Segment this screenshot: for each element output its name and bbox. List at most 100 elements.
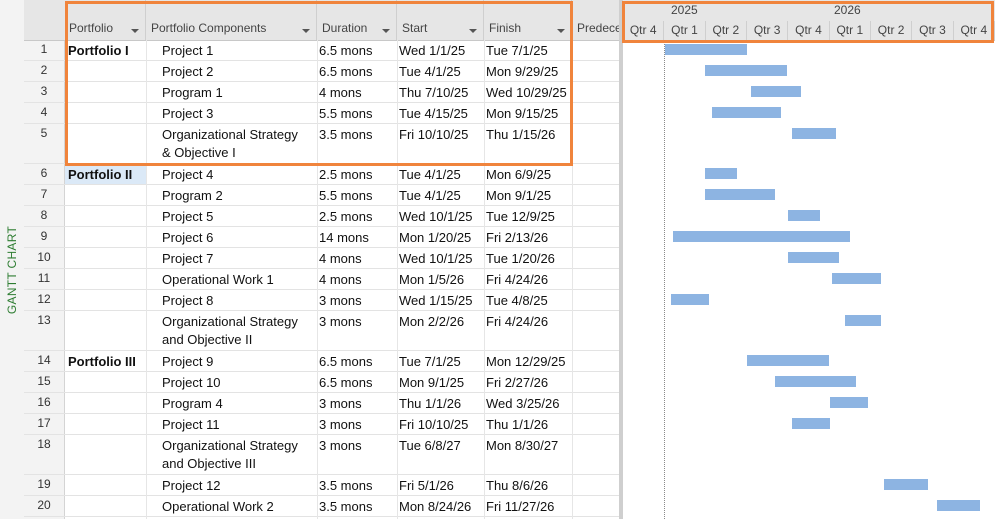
- component-name: Program 1: [162, 85, 223, 100]
- duration-value: 2.5 mons: [319, 167, 373, 182]
- table-row[interactable]: 9 Project 6 14 mons Mon 1/20/25 Fri 2/13/26: [24, 227, 621, 248]
- table-row[interactable]: 1 Portfolio I Project 1 6.5 mons Wed 1/1/25 T…: [24, 40, 621, 61]
- duration-value: 14 mons: [319, 230, 369, 245]
- component-name-line-2: and Objective III: [162, 456, 256, 471]
- quarter-label: Qtr 1: [664, 21, 706, 40]
- start-date: Wed 1/1/25: [399, 43, 466, 58]
- table-row[interactable]: 7 Program 2 5.5 mons Tue 4/1/25 Mon 9/1/25: [24, 185, 621, 206]
- portfolio-name: Portfolio II: [68, 167, 133, 182]
- component-name-line-2: & Objective I: [162, 145, 236, 160]
- gantt-bar[interactable]: [788, 252, 839, 263]
- finish-date: Tue 7/1/25: [486, 43, 548, 58]
- gantt-bar[interactable]: [831, 273, 882, 284]
- row-number: 15: [37, 374, 51, 388]
- start-date: Tue 4/1/25: [399, 64, 461, 79]
- start-date: Tue 4/15/25: [399, 106, 468, 121]
- current-date-line: [664, 40, 665, 519]
- start-date: Tue 4/1/25: [399, 188, 461, 203]
- table-row[interactable]: 4 Project 3 5.5 mons Tue 4/15/25 Mon 9/15/25: [24, 103, 621, 124]
- component-name: Organizational Strategy: [162, 314, 298, 329]
- finish-date: Mon 8/30/27: [486, 438, 559, 453]
- table-row[interactable]: 11 Operational Work 1 4 mons Mon 1/5/26 Fri …: [24, 269, 621, 290]
- gantt-side-label: GANTT CHART: [0, 0, 24, 519]
- table-row[interactable]: 2 Project 2 6.5 mons Tue 4/1/25 Mon 9/29/25: [24, 61, 621, 82]
- table-row[interactable]: 16 Program 4 3 mons Thu 1/1/26 Wed 3/25/26: [24, 393, 621, 414]
- table-row[interactable]: 15 Project 10 6.5 mons Mon 9/1/25 Fri 2/27/2…: [24, 372, 621, 393]
- component-name: Organizational Strategy: [162, 438, 298, 453]
- table-row[interactable]: 5 Organizational Strategy & Objective I 3.5…: [24, 124, 621, 164]
- quarter-label: Qtr 3: [912, 21, 954, 40]
- finish-date: Thu 1/1/26: [486, 417, 549, 432]
- row-number: 19: [37, 477, 51, 491]
- quarter-label: Qtr 2: [871, 21, 913, 40]
- table-row[interactable]: 18 Organizational Strategy and Objective I…: [24, 435, 621, 475]
- duration-value: 6.5 mons: [319, 43, 373, 58]
- filter-dropdown-icon[interactable]: [557, 29, 565, 33]
- column-header-finish[interactable]: Finish: [484, 0, 572, 40]
- gantt-bar[interactable]: [788, 210, 820, 221]
- component-name: Project 8: [162, 293, 214, 308]
- gantt-bar[interactable]: [830, 397, 868, 408]
- duration-value: 5.5 mons: [319, 188, 373, 203]
- gantt-bar[interactable]: [664, 44, 747, 55]
- finish-date: Fri 2/13/26: [486, 230, 549, 245]
- gantt-bar[interactable]: [711, 107, 782, 118]
- row-number: 6: [40, 166, 48, 180]
- finish-date: Thu 8/6/26: [486, 478, 549, 493]
- finish-date: Mon 12/29/25: [486, 354, 566, 369]
- finish-date: Tue 12/9/25: [486, 209, 555, 224]
- gantt-bar[interactable]: [705, 168, 737, 179]
- gantt-bar[interactable]: [884, 479, 929, 490]
- gantt-bar[interactable]: [671, 294, 709, 305]
- gantt-bar[interactable]: [792, 128, 837, 139]
- gantt-bar[interactable]: [936, 500, 980, 511]
- duration-value: 3 mons: [319, 438, 362, 453]
- table-row[interactable]: 13 Organizational Strategy and Objective I…: [24, 311, 621, 351]
- row-number: 11: [37, 271, 51, 285]
- column-header-finish-label: Finish: [489, 21, 522, 35]
- table-row[interactable]: 14 Portfolio III Project 9 6.5 mons Tue 7/1/…: [24, 351, 621, 372]
- start-date: Tue 7/1/25: [399, 354, 461, 369]
- table-row[interactable]: 20 Operational Work 2 3.5 mons Mon 8/24/26 F…: [24, 496, 621, 517]
- gantt-bar[interactable]: [746, 355, 829, 366]
- gantt-bar[interactable]: [844, 315, 882, 326]
- start-date: Fri 5/1/26: [399, 478, 454, 493]
- component-name: Project 2: [162, 64, 214, 79]
- start-date: Wed 10/1/25: [399, 251, 473, 266]
- table-row[interactable]: 3 Program 1 4 mons Thu 7/10/25 Wed 10/29/25: [24, 82, 621, 103]
- column-header-start[interactable]: Start: [397, 0, 484, 40]
- filter-dropdown-icon[interactable]: [131, 29, 139, 33]
- gantt-bar[interactable]: [705, 65, 788, 76]
- table-row[interactable]: 19 Project 12 3.5 mons Fri 5/1/26 Thu 8/6/26: [24, 475, 621, 496]
- column-header-predecessors[interactable]: Predece: [572, 0, 621, 40]
- filter-dropdown-icon[interactable]: [469, 29, 477, 33]
- column-header-start-label: Start: [402, 21, 428, 35]
- view-splitter[interactable]: [619, 0, 623, 519]
- filter-dropdown-icon[interactable]: [302, 29, 310, 33]
- gantt-bar[interactable]: [792, 418, 831, 429]
- column-header-duration[interactable]: Duration: [317, 0, 397, 40]
- table-row[interactable]: 12 Project 8 3 mons Wed 1/15/25 Tue 4/8/25: [24, 290, 621, 311]
- finish-date: Wed 3/25/26: [486, 396, 560, 411]
- row-number: 14: [37, 353, 51, 367]
- gantt-bar[interactable]: [705, 189, 775, 200]
- table-row[interactable]: 10 Project 7 4 mons Wed 10/1/25 Tue 1/20/26: [24, 248, 621, 269]
- gantt-bar[interactable]: [750, 86, 802, 97]
- filter-dropdown-icon[interactable]: [382, 29, 390, 33]
- column-header-components[interactable]: Portfolio Components: [146, 0, 317, 40]
- column-header-portfolio[interactable]: Portfolio: [64, 0, 146, 40]
- gantt-bar[interactable]: [673, 231, 850, 242]
- duration-value: 5.5 mons: [319, 106, 373, 121]
- component-name: Project 10: [162, 375, 221, 390]
- duration-value: 6.5 mons: [319, 64, 373, 79]
- quarter-label: Qtr 1: [830, 21, 871, 40]
- table-header: Portfolio Portfolio Components Duration …: [24, 0, 621, 41]
- finish-date: Fri 4/24/26: [486, 272, 549, 287]
- row-number: 20: [37, 498, 51, 512]
- table-row[interactable]: 17 Project 11 3 mons Fri 10/10/25 Thu 1/1/26: [24, 414, 621, 435]
- table-row[interactable]: 6 Portfolio II Project 4 2.5 mons Tue 4/1/25…: [24, 164, 621, 185]
- quarter-label: Qtr 4: [623, 21, 665, 40]
- table-row[interactable]: 8 Project 5 2.5 mons Wed 10/1/25 Tue 12/9/25: [24, 206, 621, 227]
- gantt-bar[interactable]: [774, 376, 856, 387]
- column-header-portfolio-label: Portfolio: [69, 21, 114, 35]
